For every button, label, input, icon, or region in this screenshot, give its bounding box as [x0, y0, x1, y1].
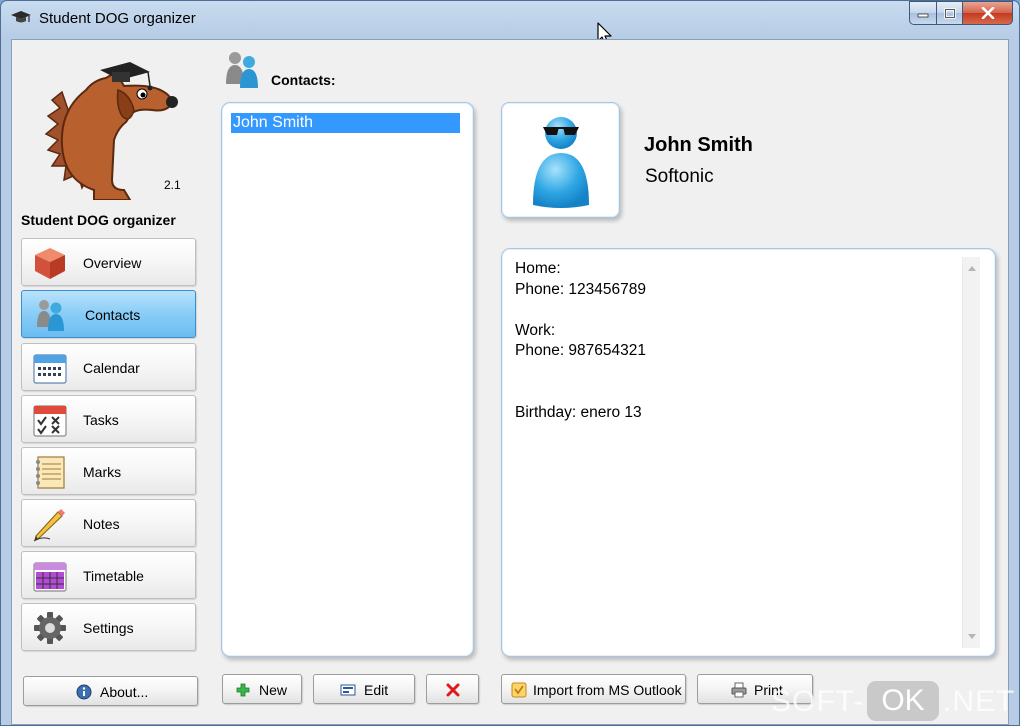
outlook-icon — [511, 682, 527, 698]
title-bar[interactable]: Student DOG organizer — [1, 1, 1019, 37]
graduation-cap-icon — [11, 11, 31, 23]
contact-list-item[interactable]: John Smith — [231, 113, 460, 133]
window-controls — [909, 1, 1013, 27]
nav-contacts-button[interactable]: Contacts — [21, 290, 196, 338]
contacts-list[interactable]: John Smith — [221, 102, 474, 657]
new-contact-button[interactable]: New — [222, 674, 302, 704]
cube-icon — [35, 248, 65, 279]
app-version: 2.1 — [164, 178, 181, 192]
watermark-ok: OK — [867, 681, 939, 721]
maximize-button[interactable] — [937, 1, 963, 25]
client-area: 2.1 Student DOG organizer Overview Conta… — [11, 39, 1009, 725]
watermark: SOFT- OK .NET — [771, 681, 1017, 723]
nav-label: Timetable — [83, 568, 144, 584]
details-scrollbar[interactable] — [962, 257, 980, 648]
watermark-soft: SOFT- — [771, 685, 865, 718]
notebook-icon — [36, 456, 65, 489]
import-label: Import from MS Outlook — [533, 682, 682, 698]
nav-label: Marks — [83, 464, 122, 480]
contact-details-text: Home: Phone: 123456789 Work: Phone: 9876… — [515, 260, 647, 421]
maximize-icon — [943, 7, 956, 19]
nav-tasks-button[interactable]: Tasks — [21, 395, 196, 443]
tasks-icon — [33, 405, 67, 437]
edit-contact-button[interactable]: Edit — [313, 674, 415, 704]
nav-settings-button[interactable]: Settings — [21, 603, 196, 651]
scroll-up-icon[interactable] — [968, 266, 976, 271]
contact-details-panel[interactable]: Home: Phone: 123456789 Work: Phone: 9876… — [501, 248, 996, 657]
nav-label: Overview — [83, 255, 142, 271]
nav-label: Calendar — [83, 360, 140, 376]
nav-notes-button[interactable]: Notes — [21, 499, 196, 547]
close-icon — [981, 7, 994, 19]
nav-label: Contacts — [85, 307, 141, 323]
import-outlook-button[interactable]: Import from MS Outlook — [501, 674, 686, 704]
calendar-icon — [33, 354, 67, 384]
contact-avatar-box — [501, 102, 620, 218]
contact-name: John Smith — [644, 134, 753, 156]
contact-company: Softonic — [645, 166, 714, 187]
contacts-header-icon — [226, 52, 258, 88]
nav-overview-button[interactable]: Overview — [21, 238, 196, 286]
edit-icon — [340, 684, 356, 696]
watermark-net: .NET — [943, 685, 1016, 718]
about-button[interactable]: About... — [23, 676, 198, 706]
nav-calendar-button[interactable]: Calendar — [21, 343, 196, 391]
printer-icon — [731, 682, 747, 698]
contacts-header: Contacts: — [271, 72, 336, 88]
delete-contact-button[interactable] — [426, 674, 479, 704]
contacts-icon — [37, 300, 64, 331]
window-title: Student DOG organizer — [39, 10, 196, 27]
minimize-icon — [917, 13, 929, 18]
gear-icon — [34, 612, 66, 644]
nav-label: Settings — [83, 620, 134, 636]
pencil-icon — [33, 509, 65, 542]
info-icon — [76, 684, 92, 700]
new-label: New — [259, 682, 288, 698]
edit-label: Edit — [364, 682, 389, 698]
nav-label: Tasks — [83, 412, 119, 428]
app-name: Student DOG organizer — [21, 212, 176, 228]
avatar-sunglasses-icon — [533, 117, 589, 208]
about-label: About... — [100, 684, 149, 700]
close-button[interactable] — [963, 1, 1013, 25]
minimize-button[interactable] — [909, 1, 937, 25]
delete-x-icon — [446, 683, 460, 697]
dog-logo-icon — [44, 62, 178, 200]
scroll-down-icon[interactable] — [968, 634, 976, 639]
nav-marks-button[interactable]: Marks — [21, 447, 196, 495]
nav-label: Notes — [83, 516, 120, 532]
nav-timetable-button[interactable]: Timetable — [21, 551, 196, 599]
timetable-icon — [33, 562, 67, 592]
app-window: Student DOG organizer 2.1 Student DOG or… — [0, 0, 1020, 726]
plus-icon — [236, 683, 250, 697]
